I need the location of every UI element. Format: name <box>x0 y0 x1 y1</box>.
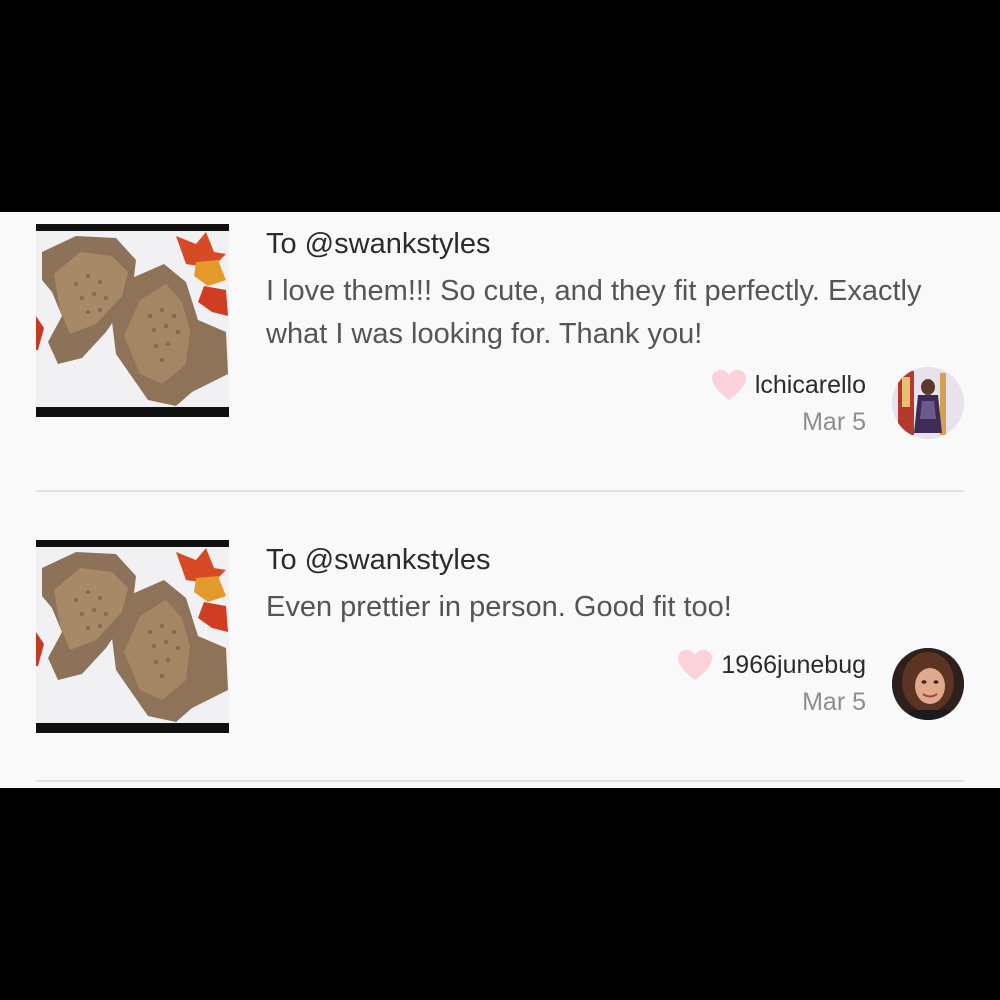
avatar[interactable] <box>892 648 964 720</box>
review-date: Mar 5 <box>802 688 866 716</box>
review-user-row: lchicarello <box>711 368 866 402</box>
review-item: To @swankstyles I love them!!! So cute, … <box>0 212 1000 492</box>
divider <box>36 780 964 782</box>
avatar[interactable] <box>892 367 964 439</box>
divider <box>36 490 964 492</box>
review-username[interactable]: 1966junebug <box>721 651 866 680</box>
review-user-row: 1966junebug <box>677 648 866 682</box>
review-recipient: To @swankstyles <box>266 544 491 576</box>
review-username[interactable]: lchicarello <box>755 371 866 400</box>
review-item: To @swankstyles Even prettier in person.… <box>0 528 1000 808</box>
review-recipient: To @swankstyles <box>266 228 491 260</box>
product-thumbnail[interactable] <box>36 224 229 417</box>
heart-icon[interactable] <box>677 649 713 681</box>
review-meta: 1966junebug Mar 5 <box>677 648 866 717</box>
reviews-panel: To @swankstyles I love them!!! So cute, … <box>0 212 1000 788</box>
review-meta: lchicarello Mar 5 <box>711 368 866 437</box>
review-date: Mar 5 <box>802 408 866 436</box>
review-text: I love them!!! So cute, and they fit per… <box>266 275 922 350</box>
product-thumbnail[interactable] <box>36 540 229 733</box>
heart-icon[interactable] <box>711 369 747 401</box>
review-text: Even prettier in person. Good fit too! <box>266 591 732 623</box>
